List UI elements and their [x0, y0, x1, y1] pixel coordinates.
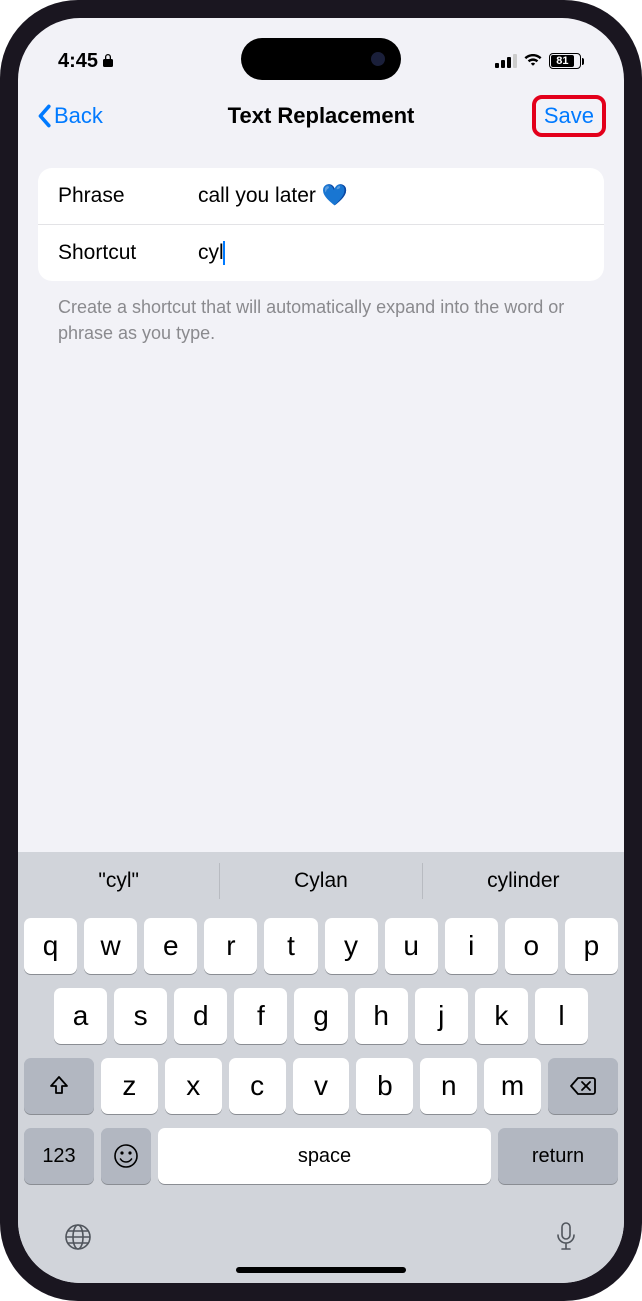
hint-text: Create a shortcut that will automaticall…: [38, 281, 604, 345]
page-title: Text Replacement: [228, 103, 415, 129]
nav-bar: Back Text Replacement Save: [18, 88, 624, 144]
key-d[interactable]: d: [174, 988, 227, 1044]
phrase-row[interactable]: Phrase call you later 💙: [38, 168, 604, 224]
emoji-icon: [112, 1142, 140, 1170]
physical-silent-switch: [0, 220, 3, 260]
content-area: Phrase call you later 💙 Shortcut cyl Cre…: [18, 144, 624, 852]
key-x[interactable]: x: [165, 1058, 222, 1114]
back-label: Back: [54, 103, 103, 129]
form-group: Phrase call you later 💙 Shortcut cyl: [38, 168, 604, 281]
back-button[interactable]: Back: [36, 103, 103, 129]
key-v[interactable]: v: [293, 1058, 350, 1114]
emoji-key[interactable]: [101, 1128, 151, 1184]
backspace-icon: [569, 1075, 597, 1097]
key-o[interactable]: o: [505, 918, 558, 974]
globe-icon: [62, 1221, 94, 1253]
space-key[interactable]: space: [158, 1128, 491, 1184]
key-r[interactable]: r: [204, 918, 257, 974]
key-y[interactable]: y: [325, 918, 378, 974]
phone-frame: 4:45 81 Back Text Re: [0, 0, 642, 1301]
battery-indicator: 81: [549, 53, 584, 69]
physical-volume-up: [0, 310, 3, 390]
key-i[interactable]: i: [445, 918, 498, 974]
shift-icon: [47, 1074, 71, 1098]
backspace-key[interactable]: [548, 1058, 618, 1114]
keyboard-keys: q w e r t y u i o p a s d f g h: [18, 910, 624, 1208]
globe-key[interactable]: [62, 1221, 94, 1258]
dynamic-island: [241, 38, 401, 80]
key-n[interactable]: n: [420, 1058, 477, 1114]
suggestion-2[interactable]: Cylan: [220, 863, 422, 899]
microphone-icon: [552, 1220, 580, 1254]
save-button[interactable]: Save: [532, 95, 606, 137]
key-a[interactable]: a: [54, 988, 107, 1044]
shortcut-input[interactable]: cyl: [198, 241, 584, 265]
chevron-left-icon: [36, 104, 52, 128]
home-indicator[interactable]: [236, 1267, 406, 1273]
key-c[interactable]: c: [229, 1058, 286, 1114]
shortcut-row[interactable]: Shortcut cyl: [38, 224, 604, 281]
shortcut-label: Shortcut: [58, 241, 198, 265]
key-k[interactable]: k: [475, 988, 528, 1044]
physical-volume-down: [0, 410, 3, 490]
key-s[interactable]: s: [114, 988, 167, 1044]
keyboard: "cyl" Cylan cylinder q w e r t y u i o p: [18, 852, 624, 1283]
key-t[interactable]: t: [264, 918, 317, 974]
key-f[interactable]: f: [234, 988, 287, 1044]
key-w[interactable]: w: [84, 918, 137, 974]
key-q[interactable]: q: [24, 918, 77, 974]
status-time: 4:45: [58, 50, 98, 73]
dictation-key[interactable]: [552, 1220, 580, 1259]
key-l[interactable]: l: [535, 988, 588, 1044]
suggestion-bar: "cyl" Cylan cylinder: [18, 852, 624, 910]
wifi-icon: [523, 50, 543, 73]
key-e[interactable]: e: [144, 918, 197, 974]
key-u[interactable]: u: [385, 918, 438, 974]
suggestion-3[interactable]: cylinder: [423, 863, 624, 899]
key-j[interactable]: j: [415, 988, 468, 1044]
key-g[interactable]: g: [294, 988, 347, 1044]
suggestion-1[interactable]: "cyl": [18, 863, 220, 899]
lock-icon: [102, 50, 114, 73]
return-key[interactable]: return: [498, 1128, 618, 1184]
key-b[interactable]: b: [356, 1058, 413, 1114]
key-p[interactable]: p: [565, 918, 618, 974]
phrase-input[interactable]: call you later 💙: [198, 184, 584, 208]
numbers-key[interactable]: 123: [24, 1128, 94, 1184]
shift-key[interactable]: [24, 1058, 94, 1114]
phrase-label: Phrase: [58, 184, 198, 208]
key-m[interactable]: m: [484, 1058, 541, 1114]
cellular-signal-icon: [495, 54, 517, 68]
text-cursor: [223, 241, 225, 265]
key-h[interactable]: h: [355, 988, 408, 1044]
screen: 4:45 81 Back Text Re: [18, 18, 624, 1283]
key-z[interactable]: z: [101, 1058, 158, 1114]
